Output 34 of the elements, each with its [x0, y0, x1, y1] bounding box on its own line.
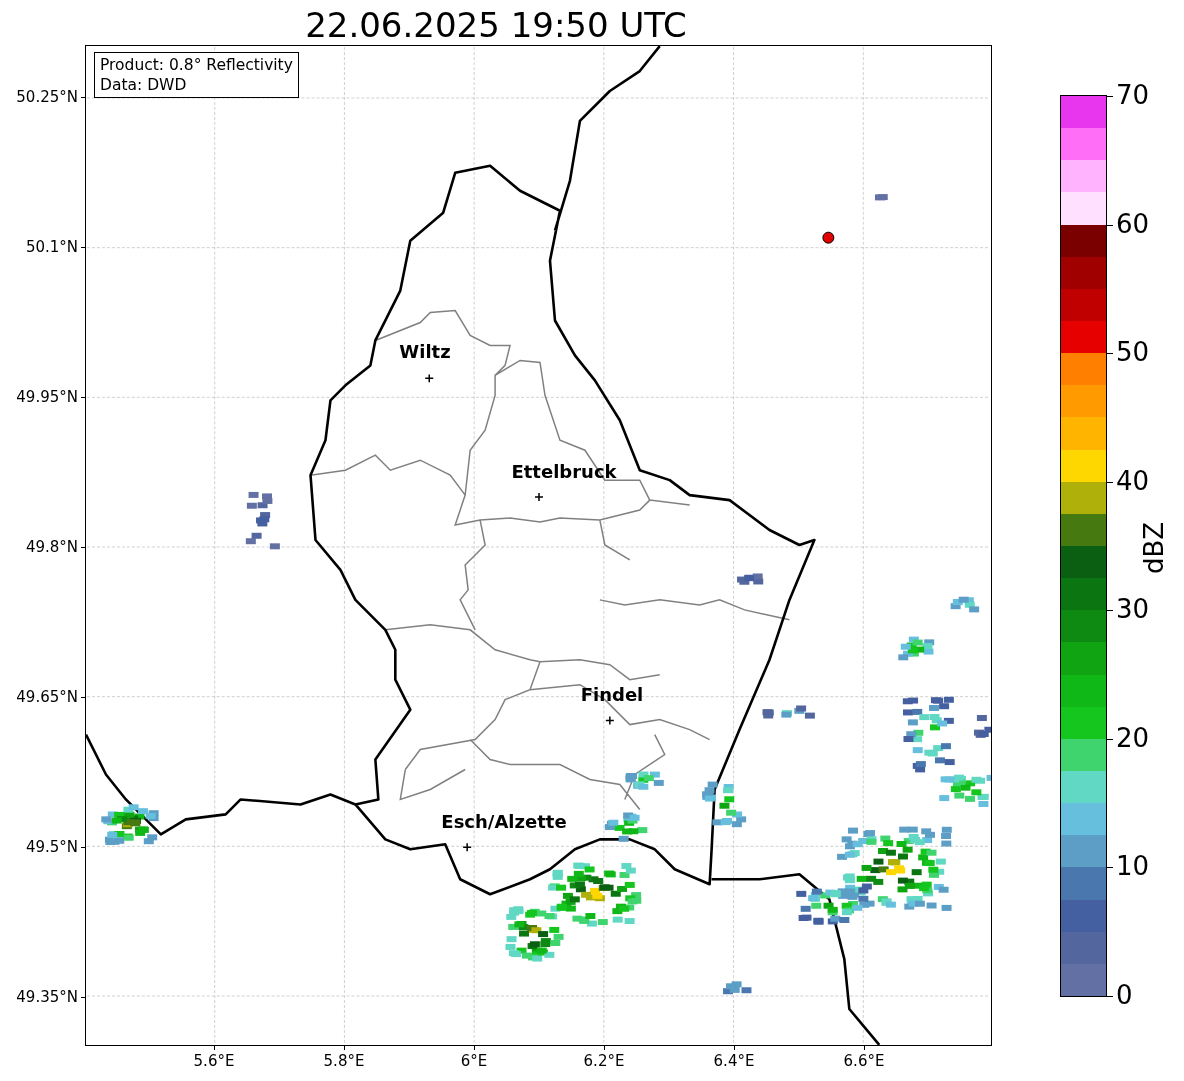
latitude-label: 49.8°N [25, 538, 78, 556]
latitude-label: 49.65°N [16, 688, 78, 706]
scale-tick-label: 30 [1116, 594, 1150, 625]
longitude-label: 6.4°E [713, 1052, 755, 1070]
info-text: Data: DWD [100, 75, 188, 95]
scale-tick-label: 10 [1116, 851, 1150, 882]
city-marker-icon [462, 842, 472, 853]
latitude-label: 50.25°N [16, 88, 78, 106]
latitude-label: 49.95°N [16, 388, 78, 406]
scale-tick-label: 20 [1116, 722, 1150, 753]
scale-tick-label: 50 [1116, 337, 1150, 368]
info-text: Product: 0.8° Reflectivity [100, 55, 293, 75]
latitude-label: 49.5°N [25, 838, 78, 856]
longitude-label: 5.8°E [323, 1052, 365, 1070]
city-label: Wiltz [399, 341, 451, 362]
scale-tick-label: 60 [1116, 208, 1150, 239]
latitude-label: 49.35°N [16, 988, 78, 1006]
longitude-label: 6.2°E [583, 1052, 625, 1070]
radar-site-marker [822, 231, 835, 244]
latitude-label: 50.1°N [25, 238, 78, 256]
scale-tick-label: 40 [1116, 465, 1150, 496]
city-label: Ettelbruck [511, 461, 617, 482]
city-label: Esch/Alzette [441, 811, 567, 832]
city-marker-icon [534, 492, 544, 502]
city-marker-icon [424, 373, 434, 384]
city-label: Findel [580, 684, 644, 705]
scale-unit-label: dBZ [1139, 521, 1169, 575]
scale-tick-label: 0 [1116, 980, 1133, 1010]
longitude-label: 6°E [460, 1052, 488, 1070]
scale-tick-label: 70 [1116, 80, 1150, 110]
longitude-label: 5.6°E [193, 1052, 235, 1070]
longitude-label: 6.6°E [843, 1052, 885, 1070]
city-marker-icon [605, 715, 615, 726]
chart-title: 22.06.2025 19:50 UTC [305, 5, 687, 45]
